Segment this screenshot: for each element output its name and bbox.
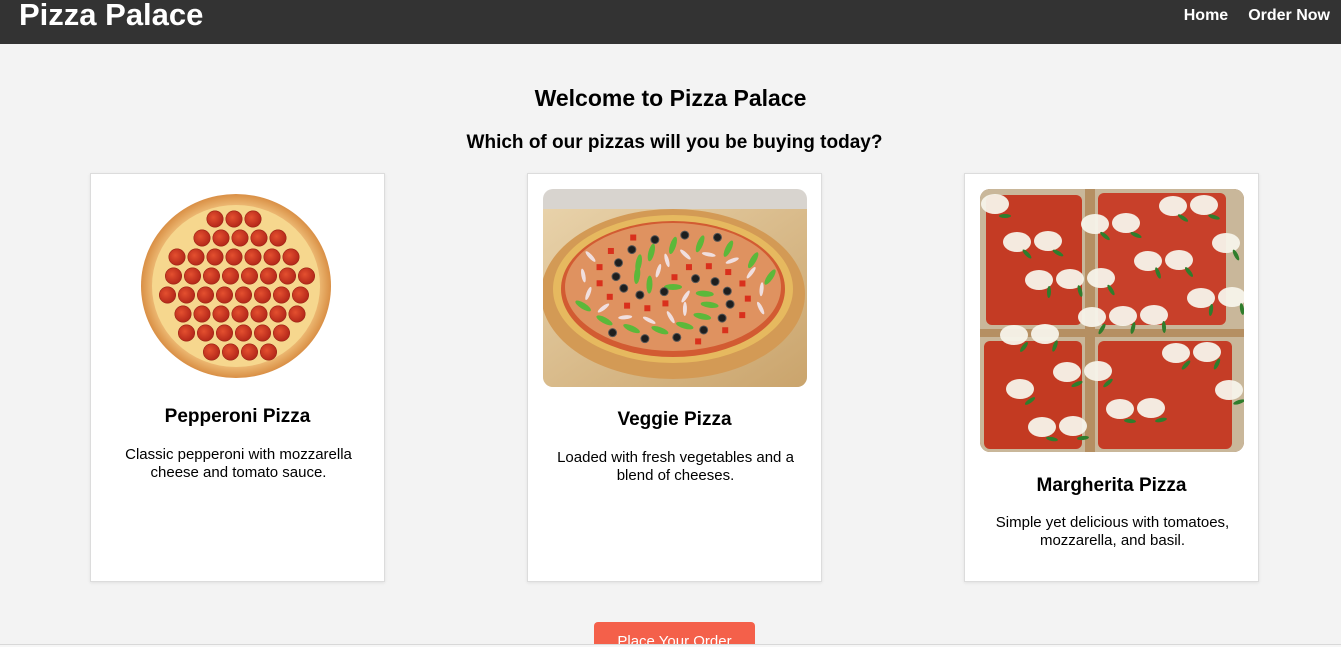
pizza-name: Margherita Pizza bbox=[1036, 475, 1187, 496]
nav-home-link[interactable]: Home bbox=[1184, 6, 1228, 26]
pizza-card-pepperoni: Pepperoni Pizza Classic pepperoni with m… bbox=[90, 173, 385, 582]
pizza-card-veggie: Veggie Pizza Loaded with fresh vegetable… bbox=[527, 173, 822, 582]
pizza-description: Simple yet delicious with tomatoes, mozz… bbox=[995, 514, 1230, 549]
pizza-card-margherita: Margherita Pizza Simple yet delicious wi… bbox=[964, 173, 1259, 582]
pizza-description: Loaded with fresh vegetables and a blend… bbox=[557, 449, 794, 484]
veggie-pizza-image bbox=[543, 189, 807, 387]
nav-order-now-link[interactable]: Order Now bbox=[1248, 6, 1330, 26]
page-subtitle: Which of our pizzas will you be buying t… bbox=[466, 132, 883, 153]
brand-title: Pizza Palace bbox=[19, 0, 204, 32]
page-title: Welcome to Pizza Palace bbox=[534, 85, 807, 111]
margherita-pizza-image bbox=[980, 189, 1244, 452]
pizza-description: Classic pepperoni with mozzarella cheese… bbox=[125, 446, 352, 481]
main-nav: Home Order Now bbox=[1184, 6, 1330, 26]
pizza-name: Pepperoni Pizza bbox=[164, 406, 311, 427]
pepperoni-pizza-image bbox=[141, 194, 331, 378]
pizza-name: Veggie Pizza bbox=[617, 409, 732, 430]
top-navbar: Pizza Palace Home Order Now bbox=[0, 0, 1341, 44]
